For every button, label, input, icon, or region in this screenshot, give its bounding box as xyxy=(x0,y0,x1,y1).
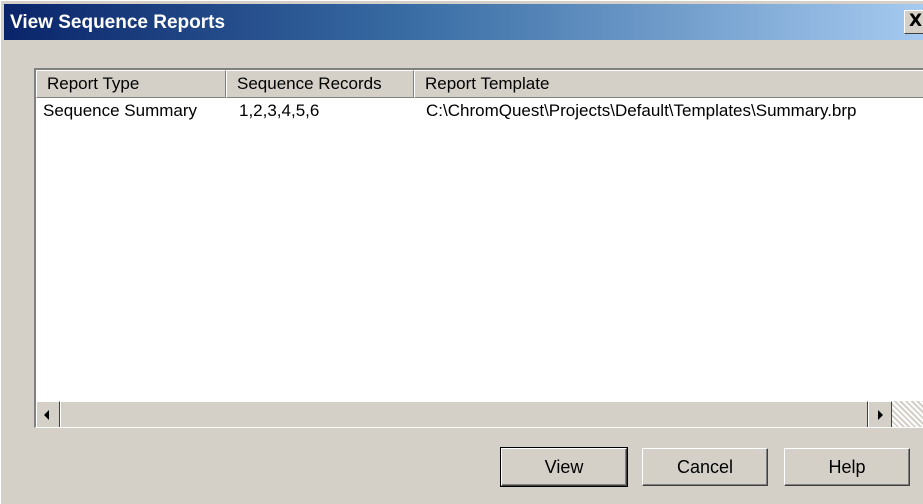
dialog-title: View Sequence Reports xyxy=(10,12,226,33)
view-button[interactable]: View xyxy=(500,447,628,487)
horizontal-scrollbar[interactable] xyxy=(36,401,923,427)
cancel-button[interactable]: Cancel xyxy=(642,448,768,486)
close-button[interactable]: X xyxy=(904,10,923,34)
column-header-sequence-records[interactable]: Sequence Records xyxy=(226,70,414,98)
view-sequence-reports-dialog: View Sequence Reports X Report Type Sequ… xyxy=(0,0,923,504)
list-header: Report Type Sequence Records Report Temp… xyxy=(36,70,923,98)
table-row[interactable]: Sequence Summary 1,2,3,4,5,6 C:\ChromQue… xyxy=(36,100,923,124)
cell-report-template: C:\ChromQuest\Projects\Default\Templates… xyxy=(426,101,857,120)
arrow-left-icon xyxy=(44,410,49,420)
scroll-thumb[interactable] xyxy=(60,401,868,427)
cell-sequence-records: 1,2,3,4,5,6 xyxy=(239,101,320,120)
reports-list[interactable]: Report Type Sequence Records Report Temp… xyxy=(34,68,923,428)
close-icon: X xyxy=(909,11,923,31)
arrow-right-icon xyxy=(878,410,883,420)
title-bar[interactable]: View Sequence Reports X xyxy=(4,4,923,40)
scroll-corner xyxy=(892,401,923,427)
cell-report-type: Sequence Summary xyxy=(43,101,198,120)
scroll-right-button[interactable] xyxy=(868,401,892,427)
help-button[interactable]: Help xyxy=(784,448,910,486)
column-header-report-template[interactable]: Report Template xyxy=(414,70,923,98)
column-header-report-type[interactable]: Report Type xyxy=(36,70,226,98)
scroll-left-button[interactable] xyxy=(36,401,60,427)
